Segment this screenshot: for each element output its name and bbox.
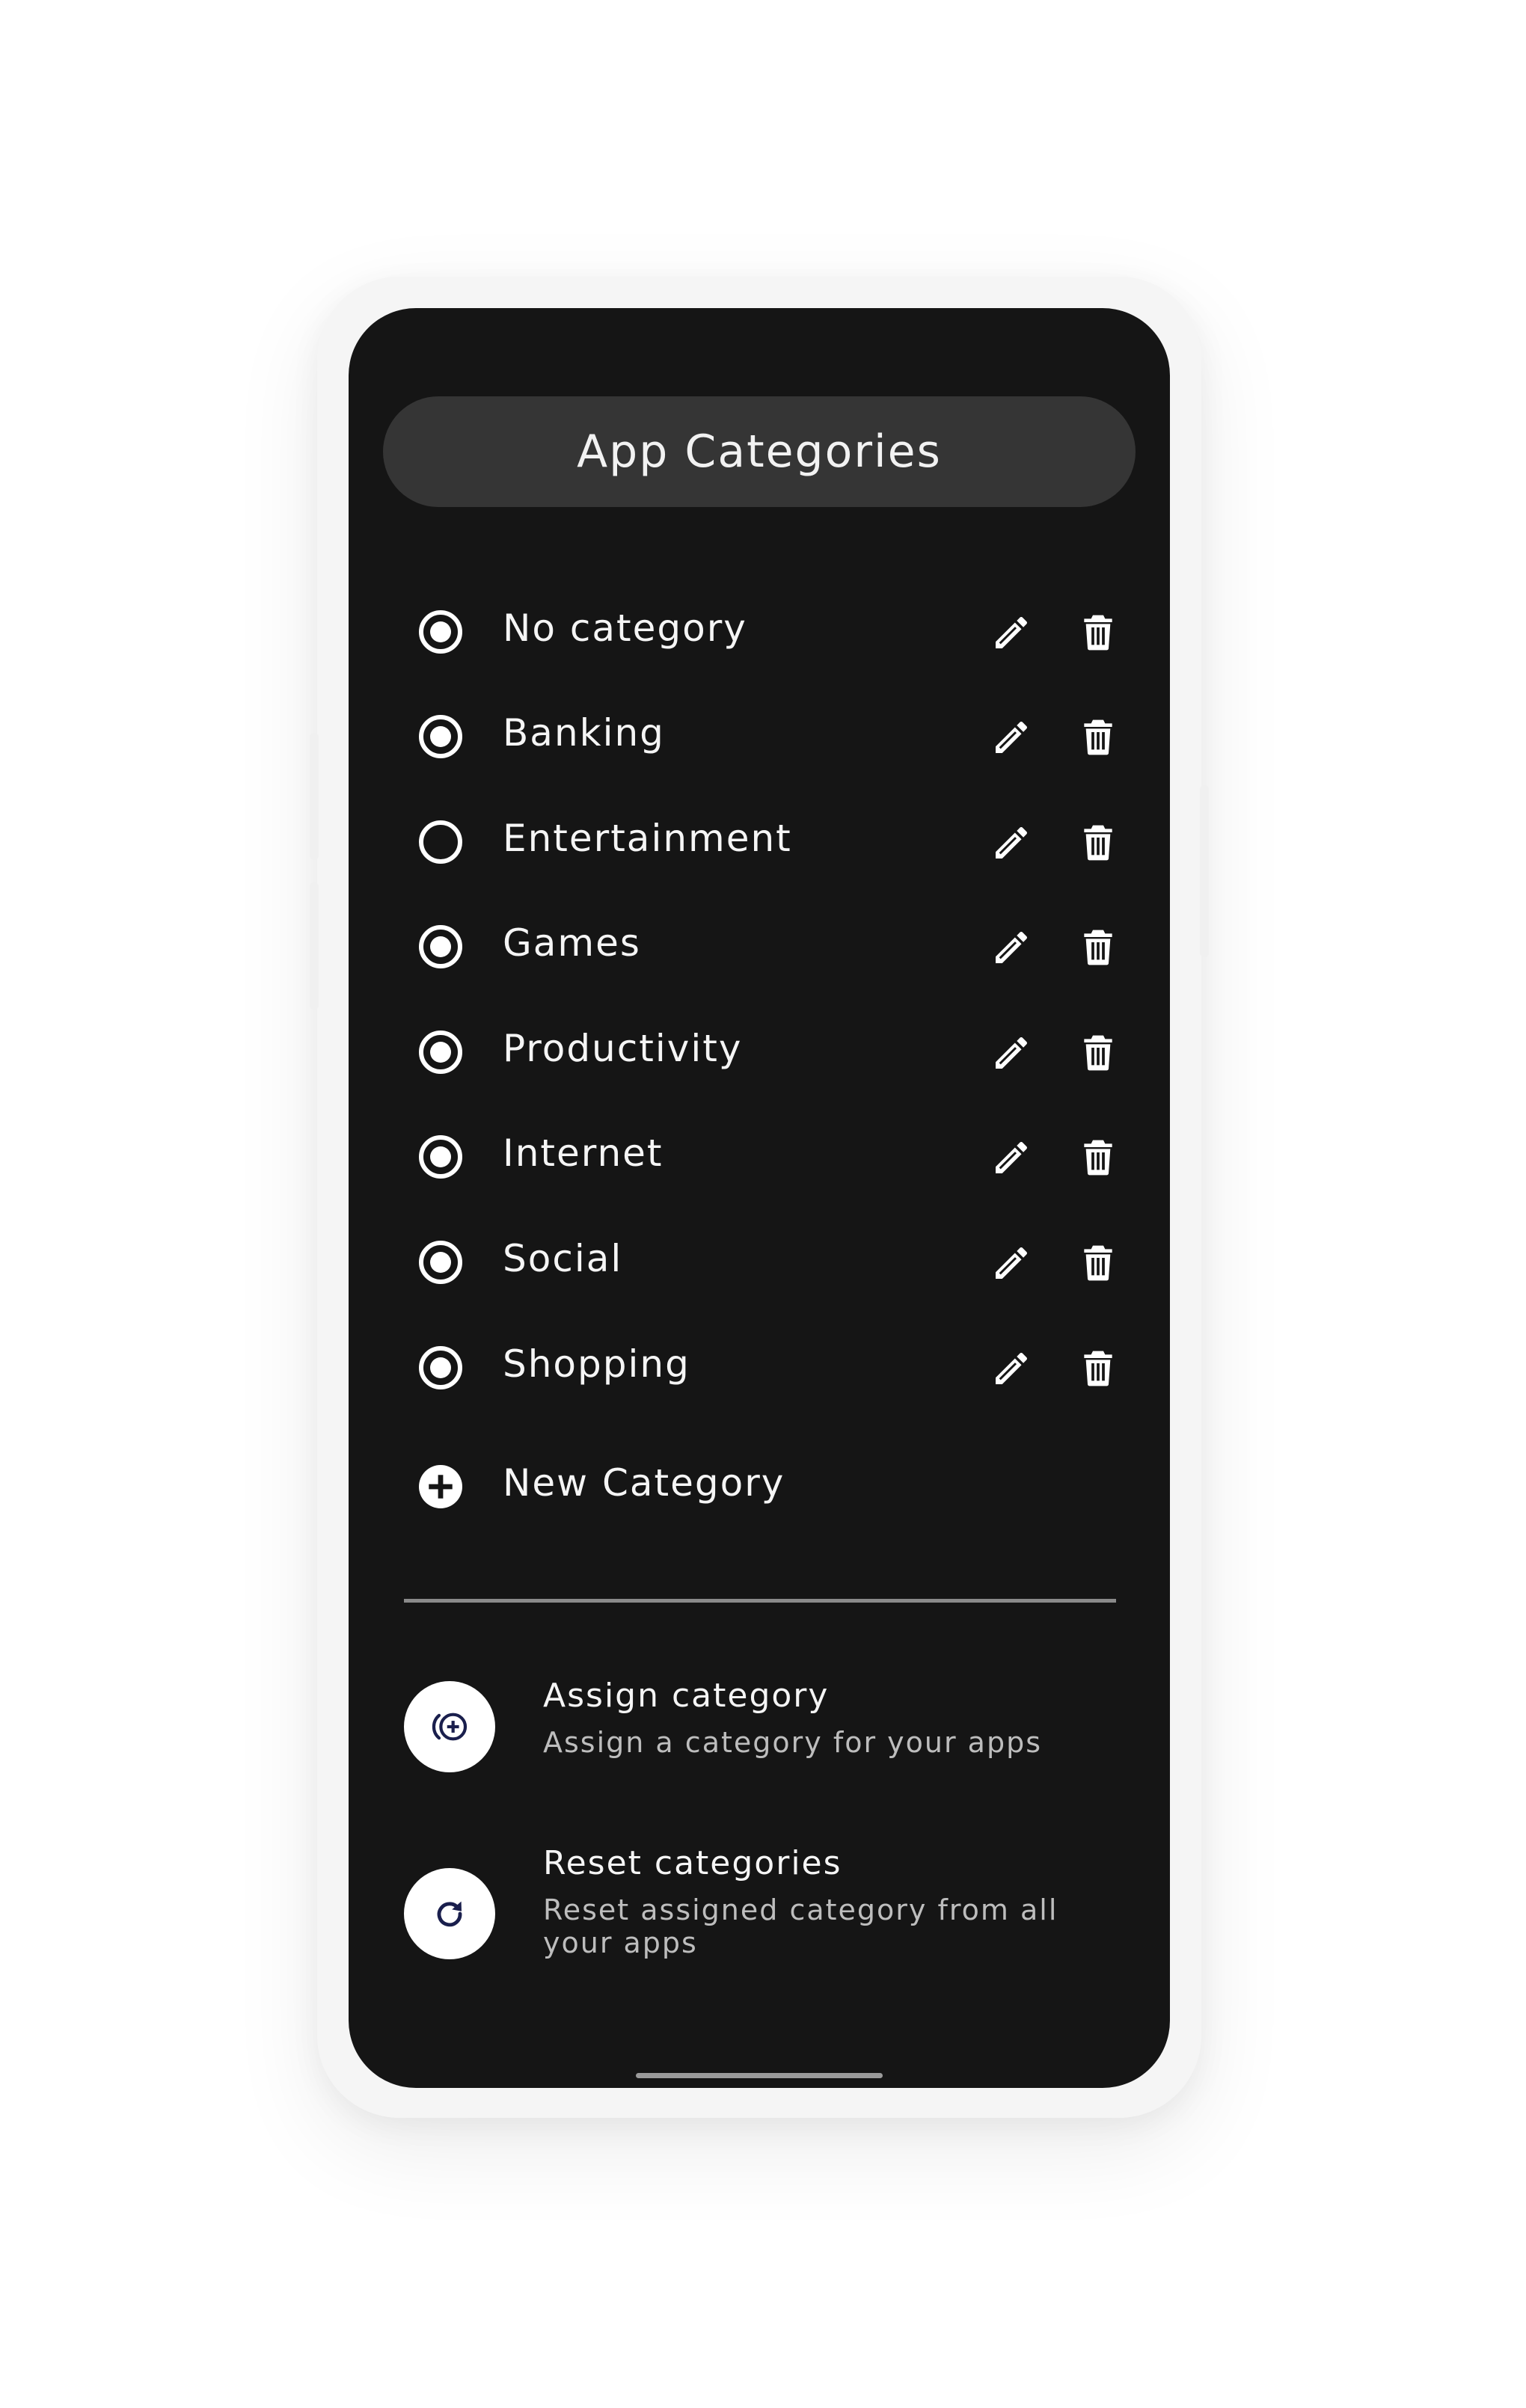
plus-circle-icon <box>419 1465 462 1508</box>
category-label: Games <box>503 921 641 965</box>
radio-checked-icon[interactable] <box>419 715 462 758</box>
trash-icon[interactable] <box>1077 822 1119 864</box>
assign-category-icon <box>432 1713 468 1741</box>
radio-unchecked-icon[interactable] <box>419 820 462 864</box>
refresh-icon <box>437 1901 462 1927</box>
page-title: App Categories <box>577 426 942 478</box>
category-label: Productivity <box>503 1027 743 1070</box>
radio-checked-icon[interactable] <box>419 1241 462 1284</box>
app-screen: App Categories No category Banking Enter… <box>349 308 1170 2088</box>
assign-category-title: Assign category <box>543 1677 830 1715</box>
pencil-icon[interactable] <box>990 1137 1032 1179</box>
trash-icon[interactable] <box>1077 1348 1119 1389</box>
pencil-icon[interactable] <box>990 927 1032 968</box>
pencil-icon[interactable] <box>990 1032 1032 1074</box>
category-row[interactable]: Shopping <box>349 1342 1170 1436</box>
assign-category-icon-circle <box>404 1681 495 1772</box>
category-label: Shopping <box>503 1342 690 1386</box>
trash-icon[interactable] <box>1077 612 1119 654</box>
category-row[interactable]: Internet <box>349 1131 1170 1225</box>
phone-side-button-left-2 <box>310 882 319 1010</box>
radio-checked-icon[interactable] <box>419 1346 462 1389</box>
category-label: Social <box>503 1237 623 1280</box>
new-category-button[interactable]: New Category <box>349 1461 1170 1555</box>
pencil-icon[interactable] <box>990 822 1032 864</box>
category-label: Internet <box>503 1131 664 1175</box>
assign-category-button[interactable]: Assign category Assign a category for yo… <box>349 1677 1170 1801</box>
category-row[interactable]: Games <box>349 921 1170 1015</box>
category-row[interactable]: Entertainment <box>349 817 1170 910</box>
page-title-bar: App Categories <box>383 396 1136 507</box>
radio-checked-icon[interactable] <box>419 1135 462 1179</box>
reset-categories-button[interactable]: Reset categories Reset assigned category… <box>349 1844 1170 1988</box>
category-row[interactable]: Social <box>349 1237 1170 1330</box>
category-row[interactable]: Banking <box>349 711 1170 805</box>
reset-categories-title: Reset categories <box>543 1844 842 1882</box>
radio-checked-icon[interactable] <box>419 1031 462 1074</box>
pencil-icon[interactable] <box>990 716 1032 758</box>
pencil-icon[interactable] <box>990 612 1032 654</box>
trash-icon[interactable] <box>1077 716 1119 758</box>
phone-side-button-left-1 <box>310 733 319 860</box>
new-category-label: New Category <box>503 1461 785 1505</box>
trash-icon[interactable] <box>1077 1137 1119 1179</box>
radio-checked-icon[interactable] <box>419 925 462 968</box>
pencil-icon[interactable] <box>990 1348 1032 1389</box>
radio-checked-icon[interactable] <box>419 610 462 654</box>
phone-side-button-right <box>1200 785 1209 957</box>
trash-icon[interactable] <box>1077 927 1119 968</box>
category-label: Entertainment <box>503 817 792 860</box>
assign-category-subtitle: Assign a category for your apps <box>543 1726 1042 1759</box>
reset-categories-subtitle: Reset assigned category from all your ap… <box>543 1893 1058 1959</box>
section-divider <box>404 1599 1116 1603</box>
reset-categories-icon-circle <box>404 1868 495 1959</box>
home-indicator[interactable] <box>636 2073 883 2078</box>
trash-icon[interactable] <box>1077 1032 1119 1074</box>
pencil-icon[interactable] <box>990 1242 1032 1284</box>
category-row[interactable]: No category <box>349 606 1170 700</box>
category-label: No category <box>503 606 747 650</box>
category-row[interactable]: Productivity <box>349 1027 1170 1120</box>
category-label: Banking <box>503 711 665 755</box>
trash-icon[interactable] <box>1077 1242 1119 1284</box>
